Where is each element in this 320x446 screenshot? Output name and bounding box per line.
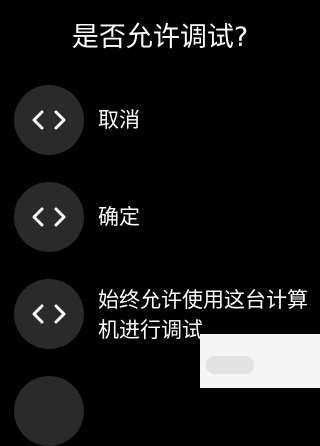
code-brackets-icon[interactable] [14,85,84,155]
code-brackets-icon[interactable] [14,376,84,446]
watermark-logo [206,356,254,374]
code-brackets-icon[interactable] [14,182,84,252]
dialog-title: 是否允许调试? [71,22,249,53]
option-cancel[interactable]: 取消 [14,85,314,155]
option-cancel-label: 取消 [98,108,140,132]
option-confirm-label: 确定 [98,205,140,229]
code-brackets-icon[interactable] [14,279,84,349]
option-confirm[interactable]: 确定 [14,182,314,252]
